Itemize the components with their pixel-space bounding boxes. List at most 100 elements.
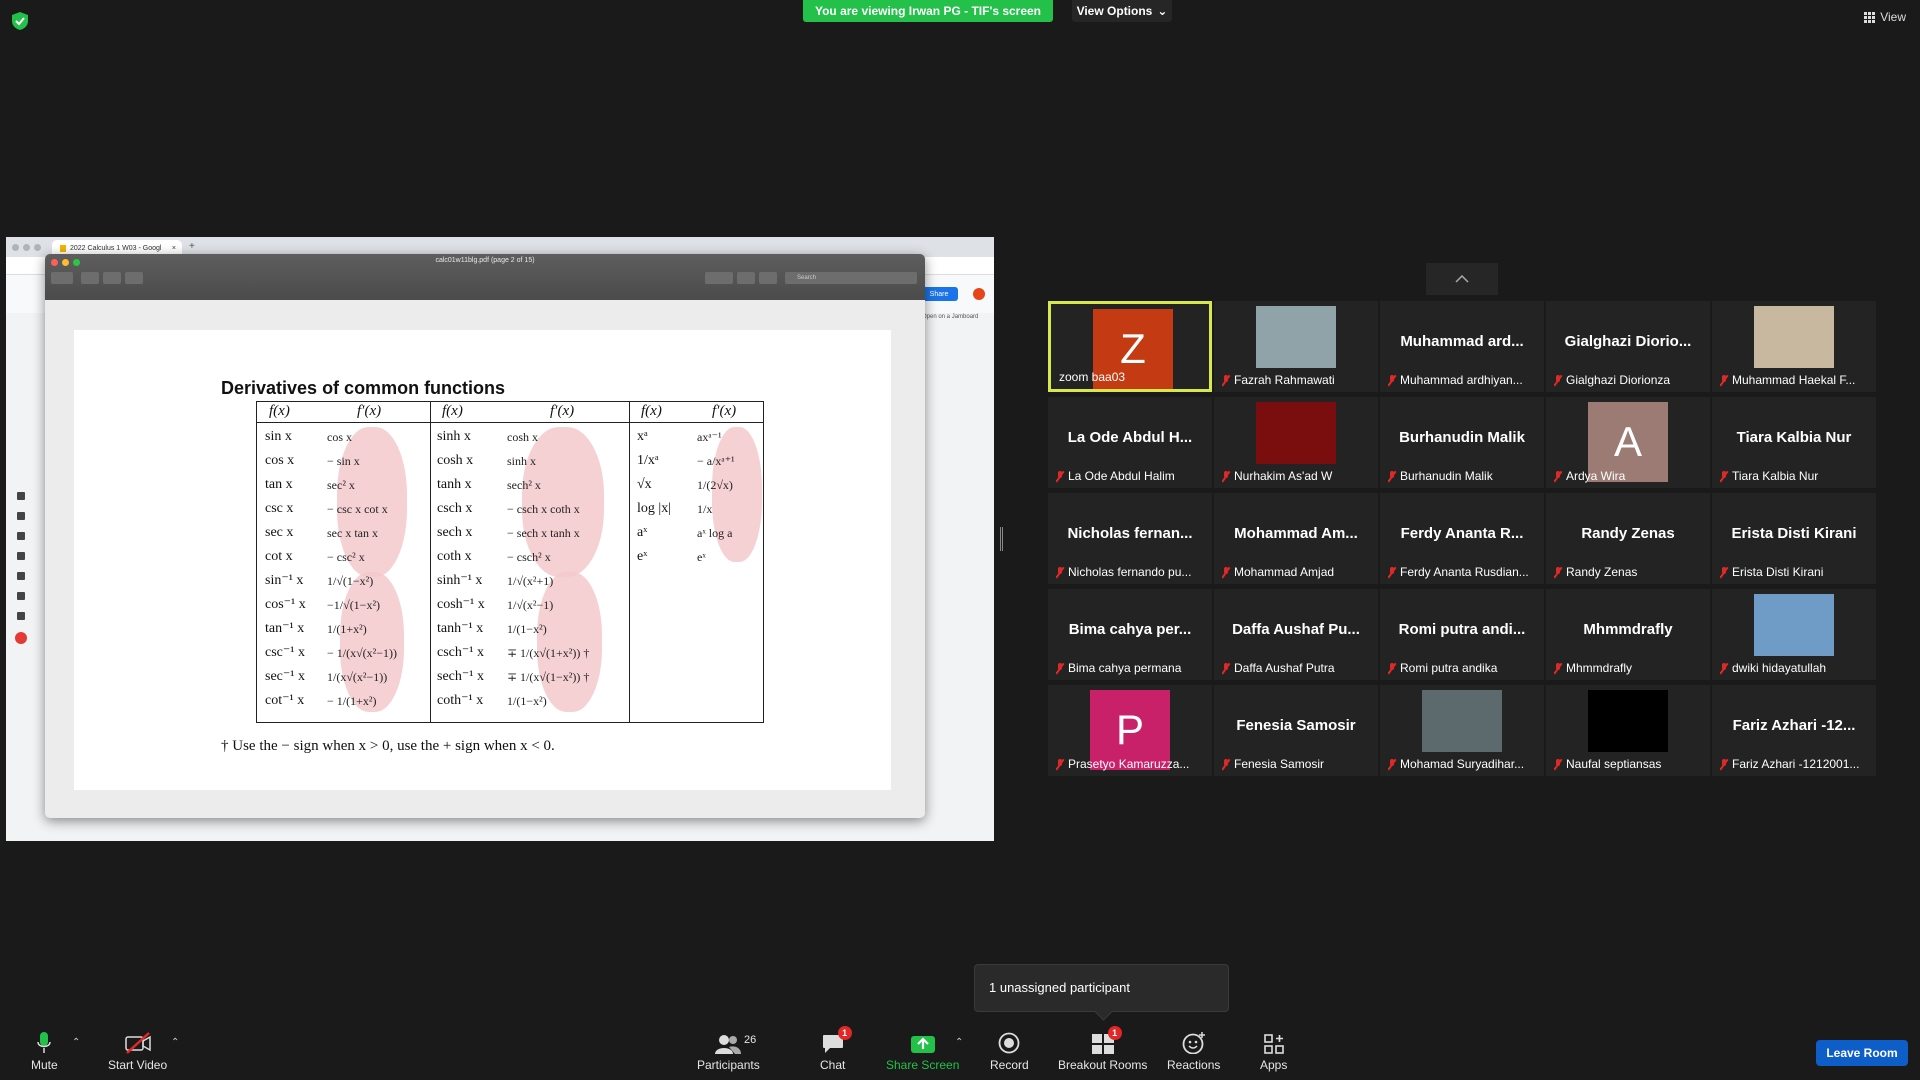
pen-tool-icon[interactable] — [17, 492, 25, 500]
mic-muted-icon — [1720, 662, 1728, 674]
frame-tool-icon[interactable] — [17, 612, 25, 620]
participant-tile[interactable]: Naufal septiansas — [1546, 685, 1710, 776]
mute-button[interactable]: Mute — [31, 1030, 58, 1072]
apps-button[interactable]: Apps — [1260, 1030, 1287, 1072]
formula-cell: cosh x — [437, 453, 474, 468]
participant-tile[interactable]: dwiki hidayatullah — [1712, 589, 1876, 680]
mic-muted-icon — [1222, 662, 1230, 674]
select-tool-icon[interactable] — [17, 532, 25, 540]
chevron-down-icon: ⌄ — [1157, 4, 1168, 18]
participant-tile[interactable]: Mohamad Suryadihar... — [1380, 685, 1544, 776]
participant-name: Muhammad ardhiyan... — [1400, 373, 1523, 387]
audio-options-caret-icon[interactable]: ⌃ — [72, 1037, 80, 1048]
share-screen-button[interactable]: Share Screen — [886, 1030, 959, 1072]
participant-tile[interactable]: Mhmmdrafly Mhmmdrafly — [1546, 589, 1710, 680]
participant-tile[interactable]: Tiara Kalbia Nur Tiara Kalbia Nur — [1712, 397, 1876, 488]
laser-tool-icon[interactable] — [15, 632, 27, 644]
reactions-button[interactable]: Reactions — [1167, 1030, 1220, 1072]
image-tool-icon[interactable] — [17, 572, 25, 580]
shared-screen[interactable]: 2022 Calculus 1 W03 - Googl × + Share Op… — [6, 237, 994, 841]
participant-tile[interactable]: Muhammad ard... Muhammad ardhiyan... — [1380, 301, 1544, 392]
mic-muted-icon — [1388, 470, 1396, 482]
participant-tile[interactable]: Muhammad Haekal F... — [1712, 301, 1876, 392]
close-tab-icon[interactable]: × — [172, 245, 176, 252]
unassigned-participant-tooltip[interactable]: 1 unassigned participant — [974, 964, 1229, 1012]
search-input[interactable]: Search — [785, 272, 917, 284]
mic-muted-icon — [1222, 758, 1230, 770]
share-button[interactable]: Share — [920, 287, 958, 301]
markup-icon[interactable] — [705, 272, 733, 284]
participant-tile[interactable]: Fariz Azhari -12... Fariz Azhari -1212001… — [1712, 685, 1876, 776]
formula-cell: 1/(1−x²) — [507, 694, 547, 708]
drawing-tools — [14, 492, 28, 644]
participant-tile[interactable]: Burhanudin Malik Burhanudin Malik — [1380, 397, 1544, 488]
annotate-icon[interactable] — [759, 272, 777, 284]
share-icon[interactable] — [125, 272, 143, 284]
participant-tile[interactable]: Nicholas fernan... Nicholas fernando pu..… — [1048, 493, 1212, 584]
participant-name: Mhmmdrafly — [1566, 661, 1633, 675]
formula-cell: − csch x coth x — [507, 502, 580, 516]
security-shield-icon[interactable] — [12, 12, 28, 30]
participant-tile[interactable]: La Ode Abdul H... La Ode Abdul Halim — [1048, 397, 1212, 488]
formula-cell: cosh⁻¹ x — [437, 597, 485, 612]
participant-tile[interactable]: Erista Disti Kirani Erista Disti Kirani — [1712, 493, 1876, 584]
participant-tile[interactable]: Mohammad Am... Mohammad Amjad — [1214, 493, 1378, 584]
zoom-in-icon[interactable] — [103, 272, 121, 284]
participant-tile[interactable]: Randy Zenas Randy Zenas — [1546, 493, 1710, 584]
smiley-icon — [1182, 1030, 1206, 1054]
participant-tile[interactable]: Ferdy Ananta R... Ferdy Ananta Rusdian... — [1380, 493, 1544, 584]
participant-tile[interactable]: A Ardya Wira — [1546, 397, 1710, 488]
participant-name: Naufal septiansas — [1566, 757, 1662, 771]
zoom-out-icon[interactable] — [81, 272, 99, 284]
formula-cell: 1/(1+x²) — [327, 622, 367, 636]
participant-tile[interactable]: Zzoom baa03 — [1048, 301, 1212, 392]
chat-button[interactable]: 1 Chat — [820, 1026, 852, 1072]
participant-name-label: Naufal septiansas — [1554, 757, 1706, 771]
participant-tile[interactable]: P Prasetyo Kamaruzza... — [1048, 685, 1212, 776]
mic-muted-icon — [1554, 758, 1562, 770]
participant-tile[interactable]: Gialghazi Diorio... Gialghazi Diorionza — [1546, 301, 1710, 392]
sidebar-toggle-icon[interactable] — [51, 272, 73, 284]
jamboard-link[interactable]: Open on a Jamboard — [922, 314, 978, 320]
rotate-icon[interactable] — [737, 272, 755, 284]
participant-tile[interactable]: Romi putra andi... Romi putra andika — [1380, 589, 1544, 680]
video-options-caret-icon[interactable]: ⌃ — [171, 1037, 179, 1048]
account-avatar[interactable] — [973, 288, 985, 300]
view-layout-button[interactable]: View — [1864, 10, 1906, 24]
participant-name-label: Fazrah Rahmawati — [1222, 373, 1374, 387]
start-video-button[interactable]: Start Video — [108, 1030, 167, 1072]
view-options-button[interactable]: View Options ⌄ — [1072, 0, 1172, 22]
formula-cell: − csch² x — [507, 550, 551, 564]
participant-name: Erista Disti Kirani — [1732, 565, 1824, 579]
split-view-handle[interactable] — [1000, 527, 1003, 551]
collapse-gallery-button[interactable] — [1426, 263, 1498, 295]
participant-display-name: Ferdy Ananta R... — [1400, 525, 1524, 542]
participant-tile[interactable]: Nurhakim As'ad W — [1214, 397, 1378, 488]
table-header: f(x) — [269, 403, 290, 419]
participant-display-name: Fariz Azhari -12... — [1732, 717, 1856, 734]
participant-tile[interactable]: Fazrah Rahmawati — [1214, 301, 1378, 392]
participant-name-label: Ferdy Ananta Rusdian... — [1388, 565, 1540, 579]
eraser-tool-icon[interactable] — [17, 512, 25, 520]
participant-name-label: Romi putra andika — [1388, 661, 1540, 675]
formula-cell: log |x| — [637, 501, 671, 516]
participant-name-label: Fariz Azhari -1212001... — [1720, 757, 1872, 771]
participant-display-name: Mohammad Am... — [1234, 525, 1358, 542]
new-tab-icon[interactable]: + — [189, 241, 195, 252]
participant-tile[interactable]: Fenesia Samosir Fenesia Samosir — [1214, 685, 1378, 776]
participant-name-label: dwiki hidayatullah — [1720, 661, 1872, 675]
formula-cell: sinh x — [507, 454, 537, 468]
share-options-caret-icon[interactable]: ⌃ — [955, 1037, 963, 1048]
participant-tile[interactable]: Daffa Aushaf Pu... Daffa Aushaf Putra — [1214, 589, 1378, 680]
participant-name: Prasetyo Kamaruzza... — [1068, 757, 1190, 771]
shape-tool-icon[interactable] — [17, 592, 25, 600]
participant-tile[interactable]: Bima cahya per... Bima cahya permana — [1048, 589, 1212, 680]
record-button[interactable]: Record — [990, 1030, 1029, 1072]
sticky-note-icon[interactable] — [17, 552, 25, 560]
formula-cell: sin⁻¹ x — [265, 573, 304, 588]
breakout-rooms-button[interactable]: 1 Breakout Rooms — [1058, 1026, 1147, 1072]
preview-title: calc01w11blg.pdf (page 2 of 15) — [435, 257, 535, 264]
formula-cell: − 1/(1+x²) — [327, 694, 377, 708]
leave-room-button[interactable]: Leave Room — [1816, 1040, 1908, 1066]
mic-muted-icon — [1222, 374, 1230, 386]
